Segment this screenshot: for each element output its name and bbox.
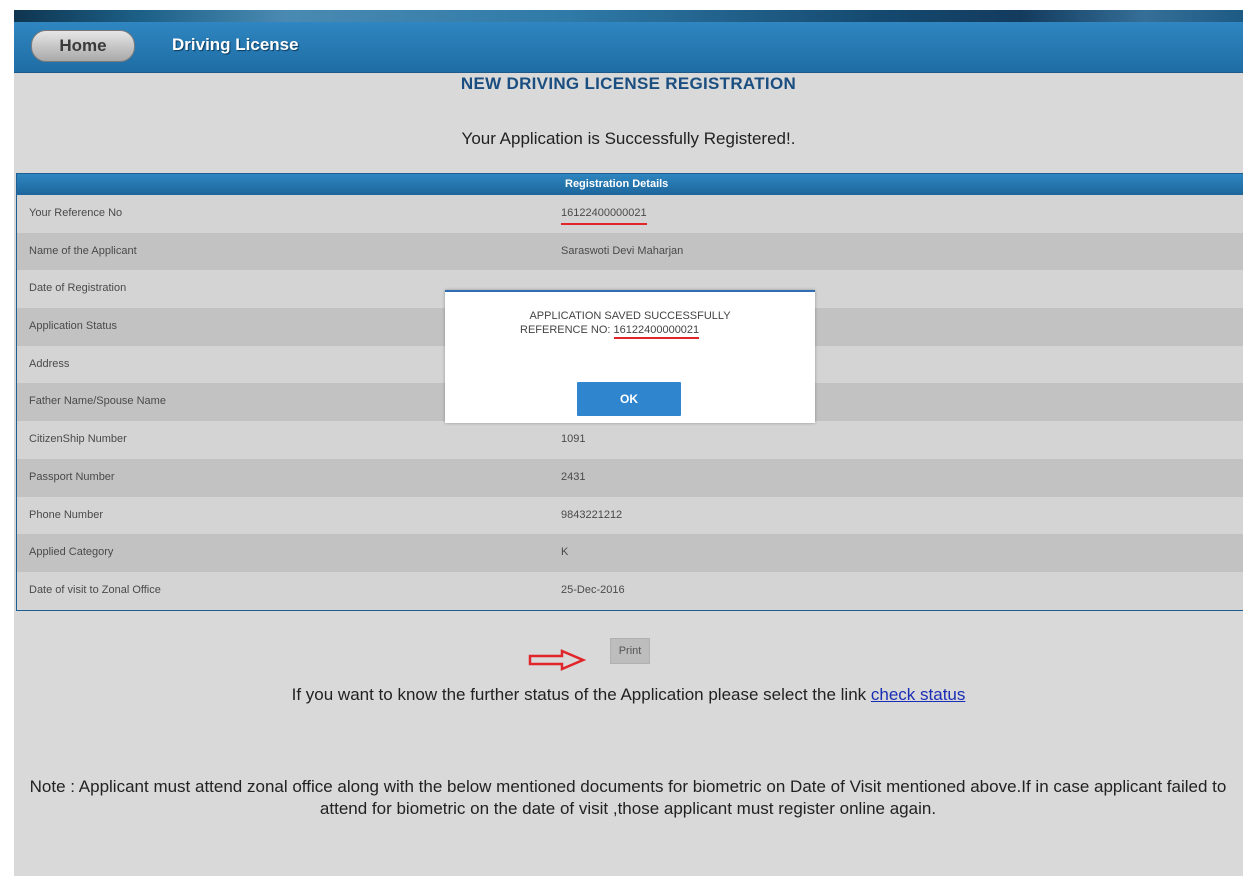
right-arrow-icon: [528, 649, 586, 671]
nav-bar: Home Driving License: [14, 22, 1243, 73]
row-label: Applied Category: [29, 546, 114, 559]
check-status-link[interactable]: check status: [871, 685, 966, 704]
table-row: Date of visit to Zonal Office 25-Dec-201…: [17, 571, 1243, 610]
success-message: Your Application is Successfully Registe…: [461, 129, 796, 148]
dialog-reference-prefix: REFERENCE NO:: [520, 324, 614, 336]
table-row: Passport Number 2431: [17, 458, 1243, 497]
print-button[interactable]: Print: [610, 638, 650, 664]
banner-strip: [14, 10, 1243, 22]
row-label: CitizenShip Number: [29, 433, 127, 446]
dialog-reference-number: 16122400000021: [613, 324, 700, 339]
row-value: 2431: [561, 470, 586, 483]
row-value: 1091: [561, 433, 586, 446]
table-row: CitizenShip Number 1091: [17, 421, 1243, 459]
status-instructions: If you want to know the further status o…: [14, 685, 1243, 705]
status-text: If you want to know the further status o…: [291, 685, 871, 704]
row-label: Father Name/Spouse Name: [29, 395, 166, 408]
registration-details-header: Registration Details: [17, 174, 1243, 195]
page-title: NEW DRIVING LICENSE REGISTRATION: [460, 74, 797, 93]
driving-license-link[interactable]: Driving License: [172, 30, 299, 60]
row-label: Name of the Applicant: [29, 244, 137, 257]
row-value: K: [561, 546, 569, 559]
dialog-message: APPLICATION SAVED SUCCESSFULLY: [529, 310, 731, 322]
home-button[interactable]: Home: [31, 30, 135, 62]
table-row: Name of the Applicant Saraswoti Devi Mah…: [17, 232, 1243, 271]
row-value: 25-Dec-2016: [561, 583, 625, 596]
reference-number-value: 16122400000021: [561, 204, 647, 225]
registration-details-title: Registration Details: [565, 178, 669, 190]
row-label: Passport Number: [29, 470, 115, 483]
ok-button[interactable]: OK: [577, 382, 681, 416]
table-row: Your Reference No 16122400000021: [17, 195, 1243, 233]
page-frame: Home Driving License NEW DRIVING LICENSE…: [14, 10, 1243, 876]
row-label: Your Reference No: [29, 207, 123, 219]
row-value: 9843221212: [561, 508, 623, 521]
success-dialog: APPLICATION SAVED SUCCESSFULLY REFERENCE…: [445, 290, 815, 423]
row-label: Phone Number: [29, 508, 103, 521]
row-label: Date of Registration: [29, 282, 127, 295]
biometric-note: Note : Applicant must attend zonal offic…: [29, 777, 1227, 818]
table-row: Phone Number 9843221212: [17, 496, 1243, 535]
dialog-reference-line: REFERENCE NO: 16122400000021: [520, 324, 700, 339]
table-row: Applied Category K: [17, 534, 1243, 572]
row-label: Address: [29, 357, 70, 370]
row-label: Date of visit to Zonal Office: [29, 583, 161, 596]
row-value: Saraswoti Devi Maharjan: [561, 244, 684, 257]
row-label: Application Status: [29, 320, 118, 333]
